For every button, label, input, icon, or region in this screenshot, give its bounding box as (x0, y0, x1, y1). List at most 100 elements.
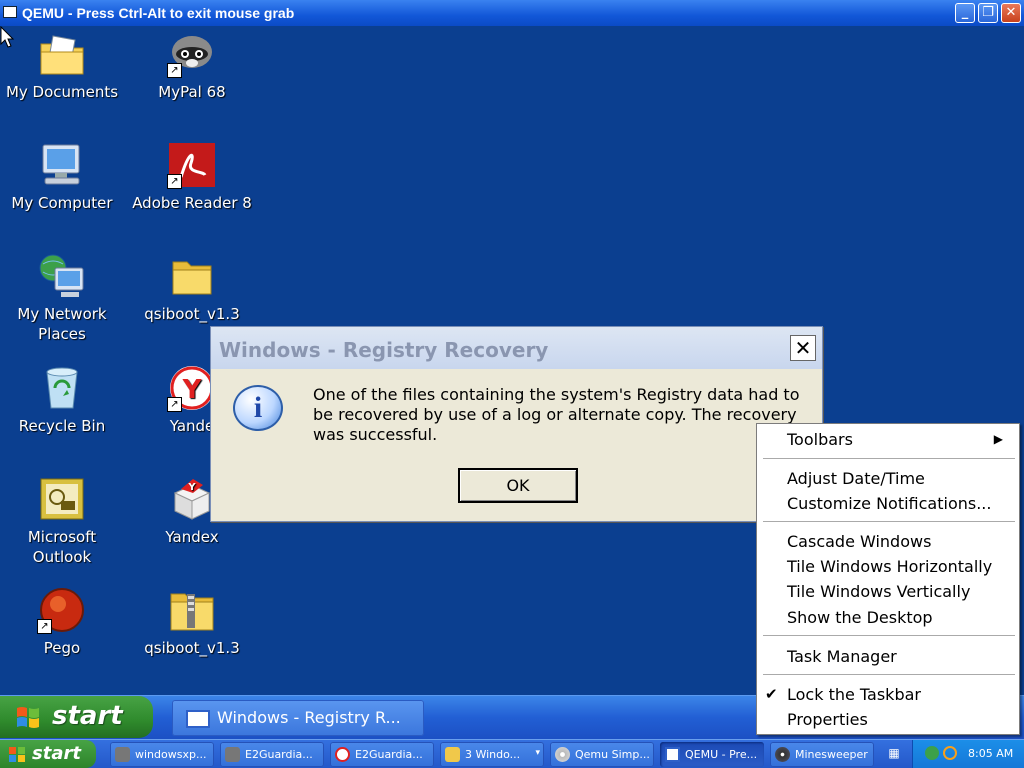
desktop-icon-mypal[interactable]: ↗ MyPal 68 (127, 30, 257, 102)
menu-item-properties[interactable]: Properties (787, 710, 868, 729)
raccoon-icon (225, 747, 240, 762)
host-task-qemu-simple[interactable]: Qemu Simp... (550, 742, 654, 767)
host-task-label: Minesweeper (795, 748, 868, 761)
host-task-minesweeper[interactable]: Minesweeper (770, 742, 874, 767)
window-icon (186, 710, 210, 728)
menu-item-toolbars[interactable]: Toolbars ▶ (787, 430, 1013, 449)
desktop-icon-label: qsiboot_v1.3 (144, 639, 240, 657)
desktop-icon-label: qsiboot_v1.3 (144, 305, 240, 323)
mine-icon (775, 747, 790, 762)
registry-recovery-dialog[interactable]: Windows - Registry Recovery ✕ i One of t… (210, 326, 823, 522)
start-label: start (52, 701, 123, 731)
desktop-icon-label: Recycle Bin (18, 417, 106, 435)
system-tray[interactable]: 8:05 AM (912, 740, 1024, 768)
menu-separator (763, 521, 1015, 522)
raccoon-icon (115, 747, 130, 762)
ok-button[interactable]: OK (458, 468, 578, 503)
desktop-icon-label: My Network Places (17, 305, 107, 343)
keyboard-icon[interactable]: ▦ (884, 746, 904, 762)
host-task-e2guardian-1[interactable]: E2Guardia... (220, 742, 324, 767)
network-tray-icon[interactable] (925, 746, 939, 760)
menu-item-lock-taskbar[interactable]: ✔ Lock the Taskbar (765, 685, 921, 704)
menu-item-label: Toolbars (787, 430, 853, 449)
desktop-icon-my-network[interactable]: My Network Places (0, 252, 127, 344)
dialog-message: One of the files containing the system's… (313, 385, 800, 444)
host-task-label: QEMU - Pre... (685, 748, 758, 761)
computer-icon (37, 141, 87, 189)
svg-text:Y: Y (182, 375, 203, 405)
window-icon (665, 747, 680, 762)
taskbar-button-registry-recovery[interactable]: Windows - Registry R... (172, 700, 424, 736)
host-window-title: QEMU - Press Ctrl-Alt to exit mouse grab (22, 5, 295, 21)
menu-separator (763, 674, 1015, 675)
desktop-icon-label: Pego (43, 639, 81, 657)
menu-item-show-desktop[interactable]: Show the Desktop (787, 608, 933, 627)
host-task-label: E2Guardia... (245, 748, 313, 761)
yandex-icon (335, 747, 350, 762)
host-task-label: Qemu Simp... (575, 748, 650, 761)
close-button[interactable]: ✕ (1001, 3, 1021, 23)
maximize-button[interactable]: ❐ (978, 3, 998, 23)
menu-item-cascade-windows[interactable]: Cascade Windows (787, 532, 931, 551)
host-task-windowsxp[interactable]: windowsxp... (110, 742, 214, 767)
menu-item-tile-horizontally[interactable]: Tile Windows Horizontally (787, 557, 992, 576)
host-task-e2guardian-2[interactable]: E2Guardia... (330, 742, 434, 767)
host-title-bar[interactable]: QEMU - Press Ctrl-Alt to exit mouse grab… (0, 0, 1024, 26)
start-button[interactable]: start (0, 696, 153, 738)
host-task-label: E2Guardia... (355, 748, 423, 761)
folder-icon (167, 252, 217, 300)
qemu-window-icon (3, 6, 17, 18)
menu-item-adjust-date-time[interactable]: Adjust Date/Time (787, 469, 925, 488)
dialog-title-bar[interactable]: Windows - Registry Recovery ✕ (211, 327, 822, 369)
desktop-icon-recycle-bin[interactable]: Recycle Bin (0, 364, 127, 436)
windows-logo-icon (17, 707, 39, 728)
menu-item-label: Lock the Taskbar (787, 685, 921, 704)
svg-text:Y: Y (187, 482, 196, 493)
desktop-icon-label: My Documents (5, 83, 119, 101)
host-taskbar[interactable]: start windowsxp... E2Guardia... E2Guardi… (0, 739, 1024, 768)
desktop-icon-my-documents[interactable]: My Documents (0, 30, 127, 102)
pdf-icon: ↗ (167, 141, 217, 189)
menu-separator (763, 458, 1015, 459)
dialog-title: Windows - Registry Recovery (219, 338, 549, 362)
desktop-icon-pego[interactable]: ↗ Pego (0, 586, 127, 658)
checkmark-icon: ✔ (765, 685, 778, 703)
chevron-down-icon: ▾ (535, 748, 540, 758)
host-task-windows-group[interactable]: 3 Windo... ▾ (440, 742, 544, 767)
desktop-icon-outlook[interactable]: Microsoft Outlook (0, 475, 127, 567)
clock[interactable]: 8:05 AM (968, 747, 1013, 760)
windows-logo-icon (9, 747, 25, 762)
menu-item-customize-notifications[interactable]: Customize Notifications... (787, 494, 991, 513)
network-icon (37, 252, 87, 300)
cd-icon (555, 747, 570, 762)
desktop-icon-qsiboot-zip[interactable]: qsiboot_v1.3 (127, 586, 257, 658)
desktop-icon-label: Adobe Reader 8 (132, 194, 252, 212)
minimize-button[interactable]: _ (955, 3, 975, 23)
desktop-icon-my-computer[interactable]: My Computer (0, 141, 127, 213)
desktop-icon-label: Yandex (165, 528, 219, 546)
shortcut-arrow-icon: ↗ (37, 619, 52, 634)
raccoon-icon: ↗ (167, 30, 217, 78)
taskbar-context-menu[interactable]: Toolbars ▶ Adjust Date/Time Customize No… (756, 423, 1020, 735)
shortcut-arrow-icon: ↗ (167, 397, 182, 412)
host-task-label: 3 Windo... (465, 748, 521, 761)
pego-icon: ↗ (37, 586, 87, 634)
menu-separator (763, 635, 1015, 636)
desktop-icon-adobe-reader[interactable]: ↗ Adobe Reader 8 (127, 141, 257, 213)
host-start-button[interactable]: start (0, 740, 96, 768)
menu-item-tile-vertically[interactable]: Tile Windows Vertically (787, 582, 970, 601)
outlook-icon (37, 475, 87, 523)
zip-folder-icon (167, 586, 217, 634)
folder-icon (445, 747, 460, 762)
desktop-icon-label: Microsoft Outlook (27, 528, 97, 566)
menu-item-task-manager[interactable]: Task Manager (787, 647, 897, 666)
desktop-icon-label: MyPal 68 (158, 83, 226, 101)
submenu-arrow-icon: ▶ (993, 432, 1003, 446)
desktop-icon-qsiboot-folder[interactable]: qsiboot_v1.3 (127, 252, 257, 324)
host-task-qemu-active[interactable]: QEMU - Pre... (660, 742, 764, 767)
desktop-icon-label: My Computer (11, 194, 113, 212)
taskbar-button-label: Windows - Registry R... (217, 708, 401, 727)
host-start-label: start (32, 743, 81, 764)
dialog-close-button[interactable]: ✕ (790, 335, 816, 361)
search-tray-icon[interactable] (943, 746, 957, 760)
